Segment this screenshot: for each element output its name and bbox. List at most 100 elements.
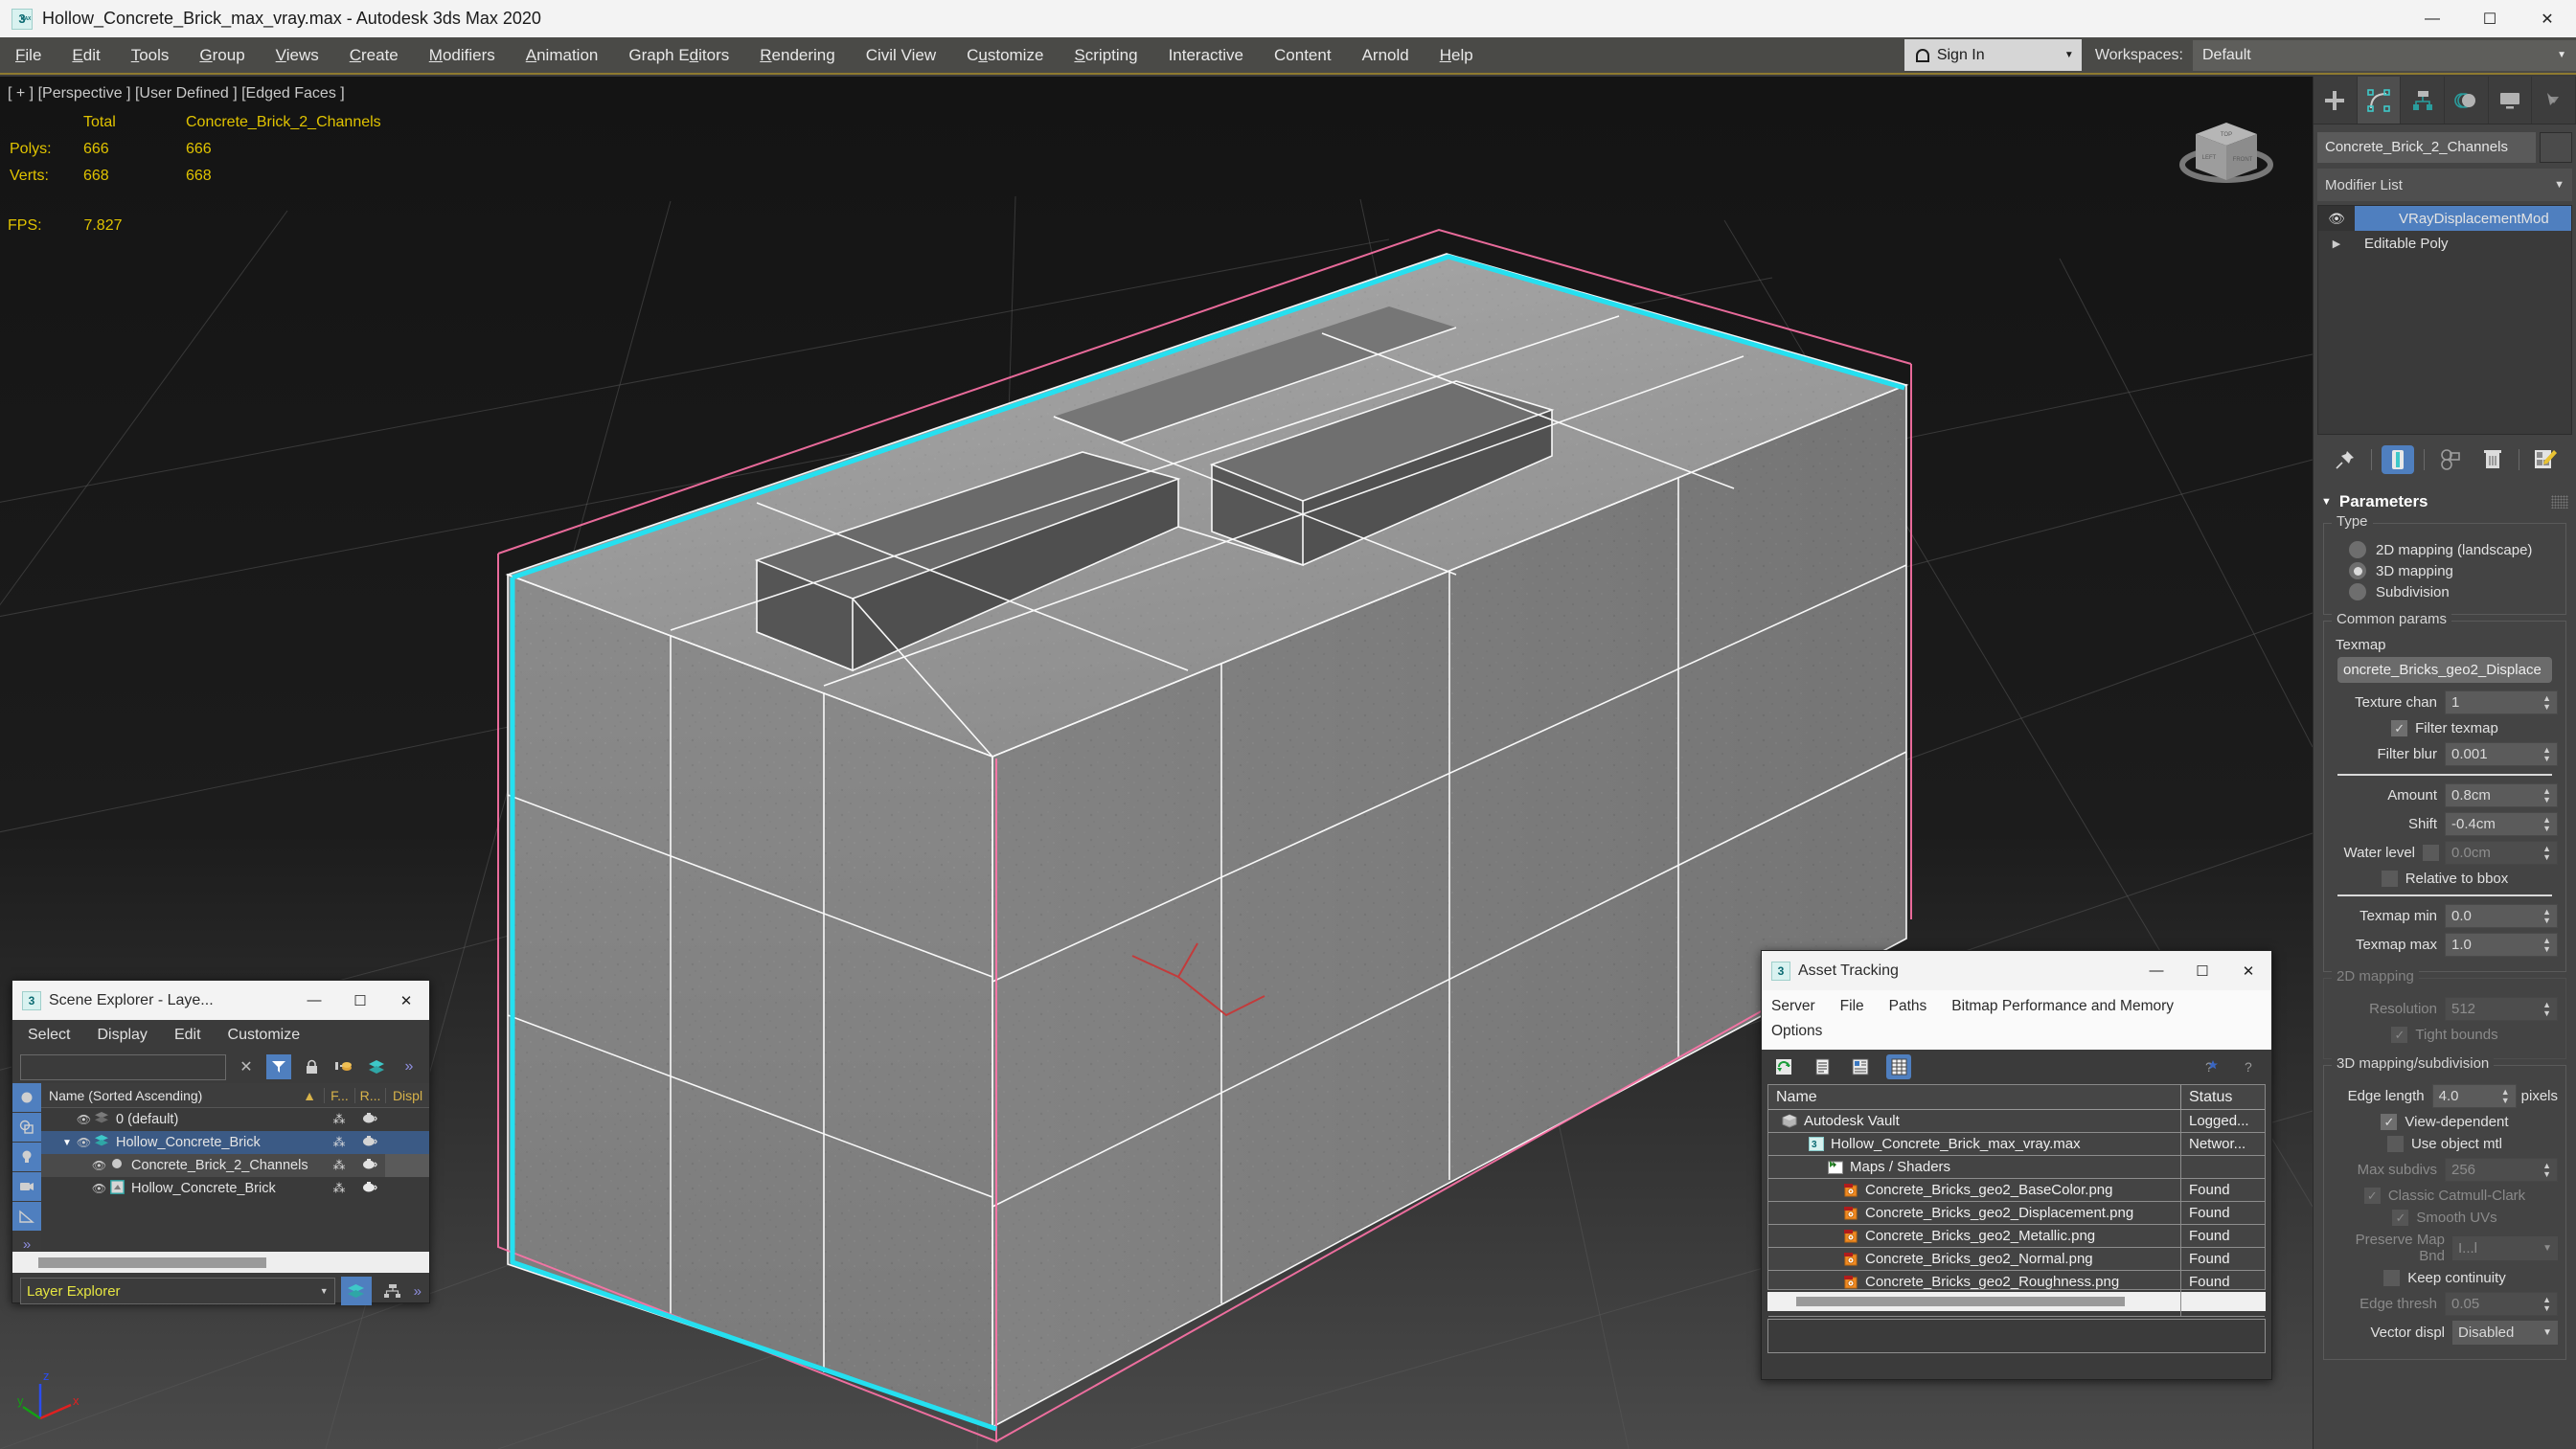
menu-paths[interactable]: Paths (1889, 998, 1927, 1015)
maximize-button[interactable]: ☐ (2461, 0, 2519, 37)
menu-scripting[interactable]: Scripting (1059, 36, 1152, 74)
explorer-mode-dropdown[interactable]: Layer Explorer ▼ (20, 1278, 335, 1304)
configure-sets-icon[interactable] (2529, 445, 2562, 474)
menu-customize[interactable]: Customize (228, 1027, 301, 1044)
utilities-tab[interactable] (2532, 77, 2576, 124)
expand-arrow-icon[interactable]: ▼ (58, 1138, 76, 1148)
amount-spinner[interactable]: 0.8cm ▲ ▼ (2445, 783, 2558, 807)
menu-server[interactable]: Server (1771, 998, 1815, 1015)
menu-interactive[interactable]: Interactive (1153, 36, 1259, 74)
relative-bbox-row[interactable]: ✓ Relative to bbox (2332, 871, 2558, 887)
table-row[interactable]: Concrete_Bricks_geo2_Roughness.png Found (1768, 1270, 2265, 1294)
column-render[interactable]: R... (354, 1087, 385, 1103)
more-options-icon[interactable]: » (397, 1054, 422, 1079)
column-display[interactable]: Displ (385, 1087, 429, 1103)
list-item[interactable]: ▼ 👁 Hollow_Concrete_Brick ⁂ (41, 1131, 429, 1154)
chevron-right-icon[interactable]: ▶ (2318, 238, 2355, 250)
scene-explorer-dialog[interactable]: 3 Scene Explorer - Laye... — ☐ ✕ Select … (11, 980, 430, 1305)
pin-stack-icon[interactable] (2329, 445, 2361, 474)
more-options-icon[interactable]: » (414, 1283, 422, 1300)
filter-geometry-icon[interactable] (12, 1083, 41, 1112)
menu-file[interactable]: File (1840, 998, 1864, 1015)
motion-tab[interactable] (2445, 77, 2489, 124)
menu-graph-editors[interactable]: Graph Editors (613, 36, 744, 74)
search-input[interactable] (20, 1053, 226, 1080)
show-end-result-icon[interactable] (2381, 445, 2414, 474)
filter-shapes-icon[interactable] (12, 1113, 41, 1142)
close-button[interactable]: ✕ (383, 981, 429, 1020)
table-row[interactable]: Maps / Shaders (1768, 1155, 2265, 1179)
spinner-arrows-icon[interactable]: ▲ ▼ (2542, 844, 2551, 862)
teapot-icon[interactable] (354, 1181, 385, 1196)
texmap-button[interactable]: oncrete_Bricks_geo2_Displace (2337, 657, 2552, 683)
edge-length-spinner[interactable]: 4.0 ▲ ▼ (2431, 1084, 2517, 1108)
table-row[interactable]: Autodesk Vault Logged... (1768, 1109, 2265, 1133)
vector-displ-dropdown[interactable]: Disabled ▼ (2452, 1321, 2558, 1345)
column-freeze[interactable]: F... (324, 1087, 354, 1103)
minimize-button[interactable]: — (291, 981, 337, 1020)
menu-edit[interactable]: Edit (57, 36, 115, 74)
filter-icon[interactable] (266, 1054, 291, 1079)
menu-arnold[interactable]: Arnold (1347, 36, 1425, 74)
spinner-arrows-icon[interactable]: ▲ ▼ (2542, 815, 2551, 833)
menu-options[interactable]: Options (1771, 1023, 1822, 1040)
filter-blur-spinner[interactable]: 0.001 ▲ ▼ (2445, 742, 2558, 766)
modifier-stack[interactable]: 👁 VRayDisplacementMod ▶ Editable Poly (2317, 205, 2572, 435)
checkbox-unchecked-icon[interactable]: ✓ (2386, 1136, 2404, 1152)
teapot-icon[interactable] (354, 1135, 385, 1150)
shift-spinner[interactable]: -0.4cm ▲ ▼ (2445, 812, 2558, 836)
menu-bitmap-performance[interactable]: Bitmap Performance and Memory (1951, 998, 2174, 1015)
spinner-arrows-icon[interactable]: ▲ ▼ (2542, 693, 2551, 712)
water-level-spinner[interactable]: 0.0cm ▲ ▼ (2445, 841, 2558, 865)
maximize-button[interactable]: ☐ (337, 981, 383, 1020)
sign-in-button[interactable]: Sign In ▼ (1904, 39, 2082, 71)
menu-civil-view[interactable]: Civil View (851, 36, 951, 74)
checkbox-checked-icon[interactable]: ✓ (2391, 720, 2408, 736)
filter-helpers-icon[interactable] (12, 1202, 41, 1231)
remove-modifier-icon[interactable] (2476, 445, 2509, 474)
table-row[interactable]: Concrete_Bricks_geo2_Metallic.png Found (1768, 1224, 2265, 1248)
water-level-checkbox[interactable]: ✓ (2423, 845, 2439, 861)
create-tab[interactable] (2314, 77, 2358, 124)
menu-create[interactable]: Create (334, 36, 414, 74)
list-item[interactable]: 👁 Hollow_Concrete_Brick ⁂ (41, 1177, 429, 1200)
scrollbar-thumb[interactable] (1796, 1297, 2126, 1306)
eye-icon[interactable]: 👁 (91, 1159, 107, 1172)
texture-chan-spinner[interactable]: 1 ▲ ▼ (2445, 691, 2558, 714)
table-row[interactable]: 3 Hollow_Concrete_Brick_max_vray.max Net… (1768, 1132, 2265, 1156)
hierarchy-view-icon[interactable] (377, 1277, 408, 1305)
table-row[interactable]: Concrete_Bricks_geo2_BaseColor.png Found (1768, 1178, 2265, 1202)
teapot-icon[interactable] (354, 1112, 385, 1127)
add-layer-icon[interactable] (331, 1054, 356, 1079)
texmap-max-spinner[interactable]: 1.0 ▲ ▼ (2445, 933, 2558, 957)
use-object-mtl-row[interactable]: ✓ Use object mtl (2332, 1136, 2558, 1152)
view-dependent-row[interactable]: ✓ View-dependent (2332, 1114, 2558, 1130)
refresh-icon[interactable] (1771, 1054, 1796, 1079)
spinner-arrows-icon[interactable]: ▲ ▼ (2542, 745, 2551, 763)
grid-view-icon[interactable] (1886, 1054, 1911, 1079)
workspaces-dropdown[interactable]: Default ▼ (2193, 39, 2576, 71)
menu-modifiers[interactable]: Modifiers (414, 36, 511, 74)
keep-continuity-row[interactable]: ✓ Keep continuity (2332, 1270, 2558, 1286)
teapot-icon[interactable] (354, 1158, 385, 1173)
menu-animation[interactable]: Animation (511, 36, 614, 74)
display-tab[interactable] (2489, 77, 2533, 124)
menu-help[interactable]: Help (1425, 36, 1489, 74)
eye-icon[interactable]: 👁 (76, 1136, 92, 1149)
modifier-stack-item-vraydisplacementmod[interactable]: 👁 VRayDisplacementMod (2318, 206, 2571, 231)
texmap-min-spinner[interactable]: 0.0 ▲ ▼ (2445, 904, 2558, 928)
menu-group[interactable]: Group (184, 36, 260, 74)
scrollbar-thumb[interactable] (38, 1257, 266, 1268)
lock-icon[interactable] (299, 1054, 324, 1079)
asset-tracking-dialog[interactable]: 3 Asset Tracking — ☐ ✕ Server File Paths… (1761, 950, 2272, 1380)
spinner-arrows-icon[interactable]: ▲ ▼ (2501, 1087, 2510, 1105)
layer-view-icon[interactable] (340, 1277, 372, 1305)
eye-icon[interactable]: 👁 (2318, 206, 2355, 231)
list-item[interactable]: 👁 0 (default) ⁂ (41, 1108, 429, 1131)
table-row[interactable]: Concrete_Bricks_geo2_Displacement.png Fo… (1768, 1201, 2265, 1225)
detail-view-icon[interactable] (1848, 1054, 1873, 1079)
filter-lights-icon[interactable] (12, 1143, 41, 1171)
filter-texmap-row[interactable]: ✓ Filter texmap (2332, 720, 2558, 736)
more-filters-icon[interactable]: » (12, 1236, 41, 1253)
menu-edit[interactable]: Edit (174, 1027, 201, 1044)
